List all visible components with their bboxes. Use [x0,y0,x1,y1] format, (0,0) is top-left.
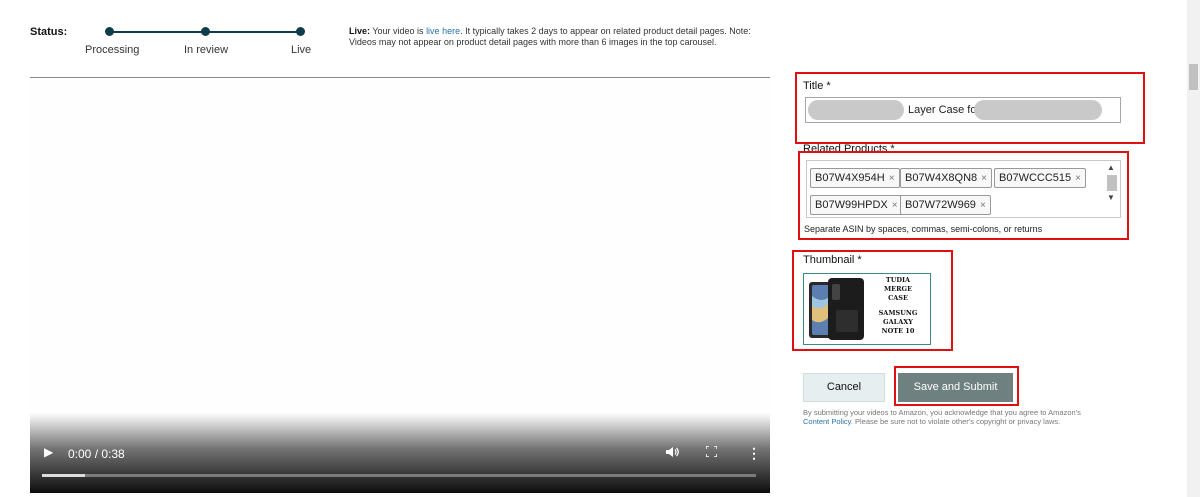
page-scroll-thumb[interactable] [1189,64,1198,90]
asin-scrollbar[interactable]: ▲ ▼ [1106,163,1118,215]
remove-chip-icon[interactable]: × [981,173,987,184]
redacted-text [974,100,1102,120]
cancel-button[interactable]: Cancel [803,373,885,402]
thumbnail-caption-line: SAMSUNG [878,309,918,317]
fullscreen-icon[interactable] [705,445,718,460]
content-policy-link[interactable]: Content Policy [803,417,851,426]
more-options-icon[interactable]: ⋮ [747,445,761,462]
live-note-text: Your video is [370,26,427,36]
thumbnail-caption-line: MERGE [883,285,913,293]
thumbnail-caption-line: GALAXY [883,318,913,326]
asin-hint: Separate ASIN by spaces, commas, semi-co… [804,224,1043,234]
title-input[interactable]: Layer Case for [805,97,1121,123]
terms-text: By submitting your videos to Amazon, you… [803,408,1081,417]
asin-chip-label: B07W4X954H [815,172,885,184]
video-time: 0:00 / 0:38 [68,447,125,461]
live-here-link[interactable]: live here [426,26,460,36]
thumbnail-image[interactable]: TUDIA MERGE CASE SAMSUNG GALAXY NOTE 10 [803,273,931,345]
volume-icon[interactable] [666,446,680,461]
thumbnail-caption-line: NOTE 10 [881,327,915,335]
video-progress-bar[interactable] [42,474,756,477]
step-dot-processing [105,27,114,36]
page-scrollbar[interactable] [1187,0,1200,497]
play-icon[interactable]: ▶ [44,445,53,459]
step-dot-live [296,27,305,36]
remove-chip-icon[interactable]: × [889,173,895,184]
scroll-down-icon[interactable]: ▼ [1107,193,1115,202]
live-note-label: Live: [349,26,371,36]
thumbnail-caption: TUDIA MERGE CASE SAMSUNG GALAXY NOTE 10 [868,276,928,336]
terms-text-end: . Please be sure not to violate other's … [850,417,1061,426]
live-status-note: Live: Your video is live here. It typica… [349,26,759,48]
asin-chip[interactable]: B07W4X954H × [810,168,900,188]
remove-chip-icon[interactable]: × [892,200,898,211]
asin-chip[interactable]: B07W99HPDX × [810,195,903,215]
thumbnail-caption-line: TUDIA [885,276,911,284]
related-products-input[interactable]: B07W4X954H × B07W4X8QN8 × B07WCCC515 × B07W… [806,160,1121,218]
title-label: Title * [803,80,831,92]
asin-chip-label: B07W99HPDX [815,199,888,211]
asin-chip[interactable]: B07W4X8QN8 × [900,168,992,188]
save-and-submit-button[interactable]: Save and Submit [898,373,1013,402]
phone-case-image [809,278,864,340]
step-label-live: Live [291,44,312,56]
scroll-thumb[interactable] [1107,175,1117,191]
step-label-in-review: In review [184,44,229,56]
status-label: Status: [30,26,68,38]
step-label-processing: Processing [85,44,140,56]
terms-notice: By submitting your videos to Amazon, you… [803,408,1123,426]
asin-chip-label: B07W72W969 [905,199,976,211]
thumbnail-caption-line: CASE [888,294,908,302]
asin-chip-label: B07W4X8QN8 [905,172,978,184]
video-progress-fill [42,474,85,477]
remove-chip-icon[interactable]: × [1075,173,1081,184]
scroll-up-icon[interactable]: ▲ [1107,163,1115,172]
asin-chip-label: B07WCCC515 [999,172,1072,184]
redacted-text [808,100,904,120]
remove-chip-icon[interactable]: × [980,200,986,211]
step-dot-in-review [201,27,210,36]
video-player[interactable]: ▶ 0:00 / 0:38 ⋮ [30,78,770,493]
video-controls-overlay [30,413,770,493]
asin-chip[interactable]: B07W72W969 × [900,195,991,215]
asin-chip[interactable]: B07WCCC515 × [994,168,1086,188]
title-value: Layer Case for [908,104,981,116]
